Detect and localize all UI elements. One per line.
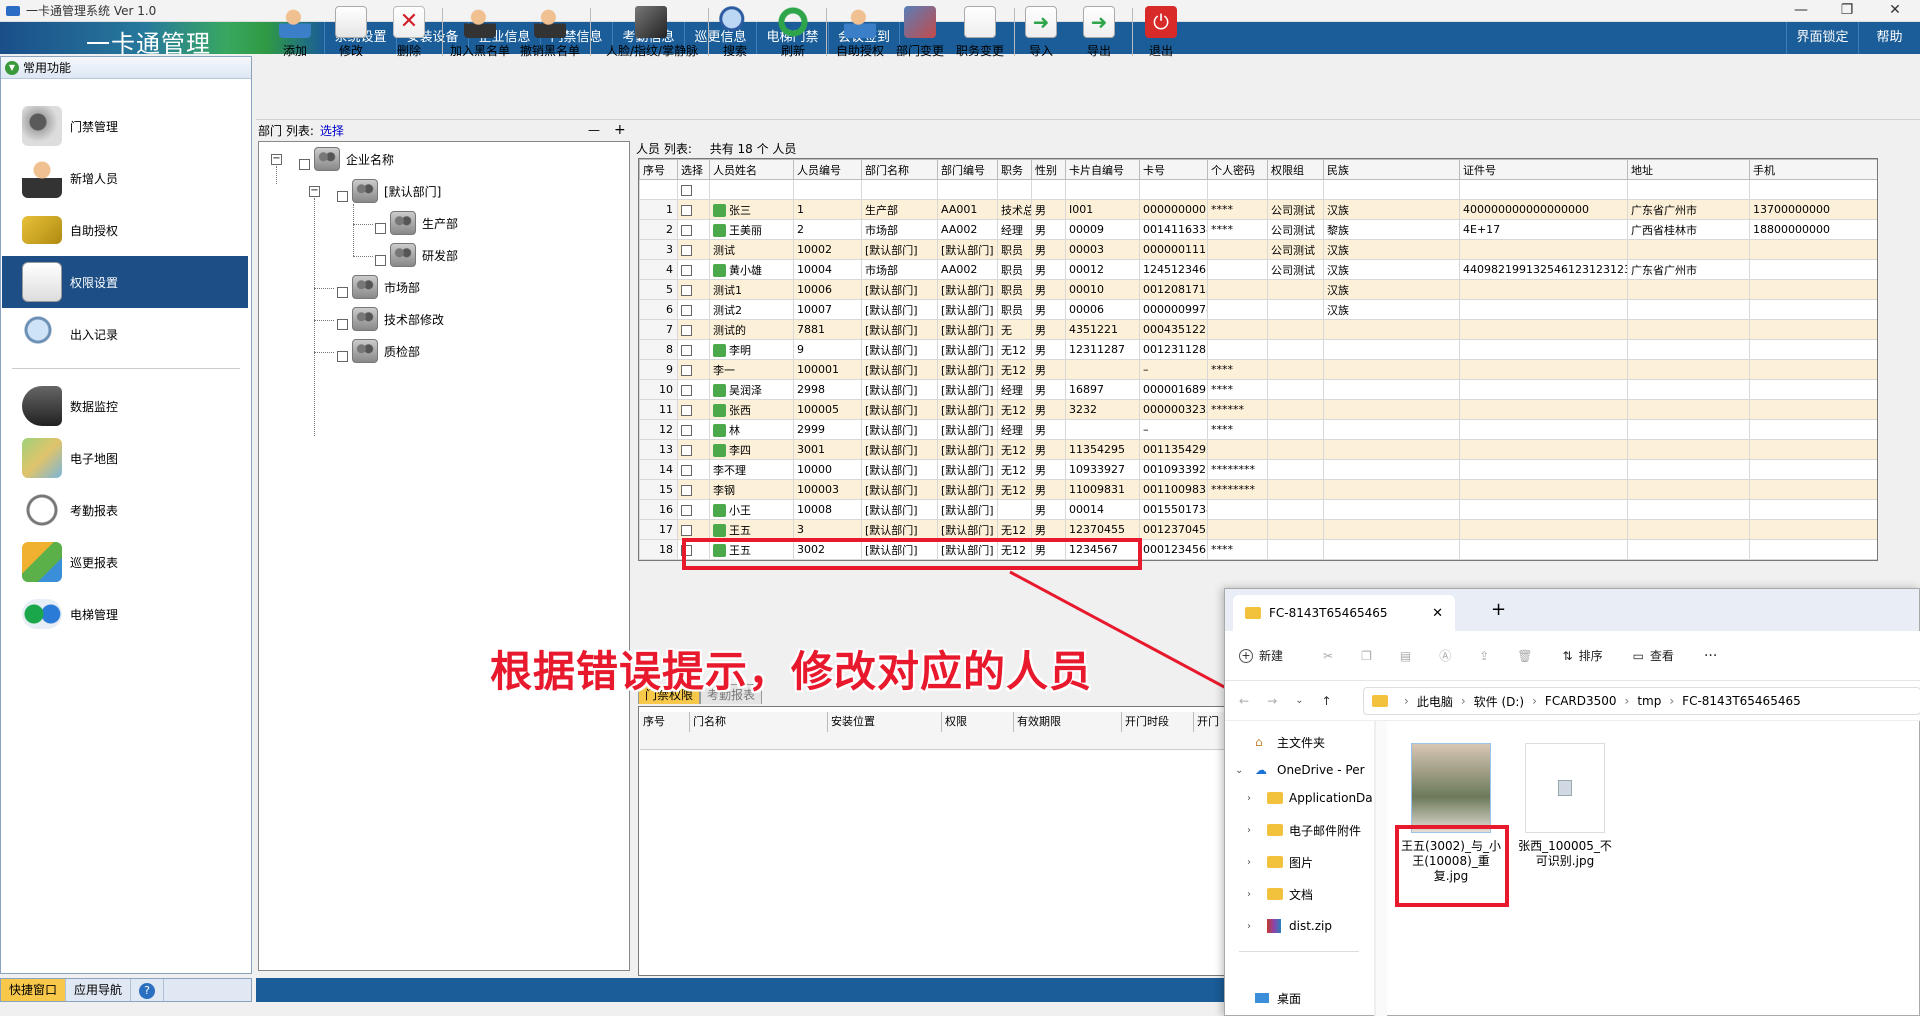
folder-icon: [1267, 888, 1283, 900]
explorer-tab[interactable]: FC-8143T65465465 ✕: [1233, 595, 1455, 631]
desktop-icon: [1255, 993, 1269, 1003]
nav-desktop[interactable]: 桌面: [1225, 985, 1375, 1011]
history-icon[interactable]: ⌄: [1295, 695, 1303, 706]
delete-icon[interactable]: 🗑: [1517, 649, 1532, 663]
rename-icon[interactable]: Ⓐ: [1439, 647, 1451, 664]
folder-icon: [1267, 856, 1283, 868]
chevron-right-icon: ›: [1247, 920, 1251, 932]
paste-icon[interactable]: ▤: [1400, 649, 1411, 663]
nav-label: 桌面: [1277, 991, 1302, 1006]
file-explorer-window: FC-8143T65465465 ✕ + + 新建 ✂ ❐ ▤ Ⓐ ⇪ 🗑 ⇅ 排序…: [1224, 588, 1920, 1016]
explorer-tab-bar: FC-8143T65465465 ✕ +: [1225, 589, 1919, 631]
nav-onedrive[interactable]: ⌄ ☁ OneDrive - Per: [1225, 757, 1375, 783]
chevron-right-icon: ›: [1247, 856, 1251, 868]
separator-icon: ›: [1404, 694, 1409, 708]
image-file-icon: [1525, 743, 1605, 833]
view-icon: ▭: [1632, 648, 1644, 663]
explorer-address-row: ← → ⌄ ↑ › 此电脑 › 软件 (D:) › FCARD3500 › tm…: [1225, 681, 1920, 721]
folder-icon: [1267, 824, 1283, 836]
view-label: 查看: [1649, 649, 1674, 663]
home-icon: ⌂: [1255, 735, 1263, 749]
nav-label: ApplicationDa: [1289, 791, 1373, 805]
explorer-tab-title: FC-8143T65465465: [1269, 606, 1388, 620]
new-tab-button[interactable]: +: [1491, 599, 1506, 620]
nav-email-attachments[interactable]: › 电子邮件附件: [1225, 817, 1375, 843]
nav-label: 主文件夹: [1277, 735, 1326, 750]
folder-icon: [1245, 607, 1261, 619]
new-label: 新建: [1259, 649, 1284, 663]
folder-icon: [1267, 792, 1283, 804]
app-window: 一卡通管理系统 Ver 1.0 — ❐ ✕ 一卡通管理 系统设置 安装设备 企业…: [0, 0, 1920, 1016]
view-menu[interactable]: ▭ 查看: [1633, 647, 1674, 664]
new-menu[interactable]: + 新建: [1239, 647, 1283, 664]
annotation-callout: 根据错误提示，修改对应的人员: [490, 647, 1093, 696]
nav-label: 电子邮件附件: [1289, 823, 1362, 838]
separator-icon: ›: [1669, 694, 1675, 708]
nav-label: OneDrive - Per: [1277, 763, 1365, 777]
breadcrumb-item[interactable]: tmp: [1637, 694, 1661, 708]
nav-pictures[interactable]: › 图片: [1225, 849, 1375, 875]
breadcrumb-item[interactable]: 软件 (D:): [1474, 693, 1524, 710]
plus-icon: +: [1239, 648, 1253, 663]
placeholder-icon: [1558, 780, 1572, 796]
forward-icon[interactable]: →: [1267, 694, 1277, 708]
back-icon[interactable]: ←: [1239, 694, 1249, 708]
address-bar[interactable]: › 此电脑 › 软件 (D:) › FCARD3500 › tmp › FC-8…: [1363, 687, 1920, 715]
up-icon[interactable]: ↑: [1322, 694, 1332, 708]
close-tab-icon[interactable]: ✕: [1432, 606, 1443, 621]
nav-divider: [1239, 951, 1359, 952]
separator-icon: ›: [1624, 694, 1630, 708]
breadcrumb-item[interactable]: 此电脑: [1417, 693, 1453, 710]
photo-thumbnail: [1411, 743, 1491, 833]
folder-icon: [1372, 695, 1388, 707]
separator-icon: ›: [1532, 694, 1537, 708]
file-item-unrecognized[interactable]: 张西_100005_不可识别.jpg: [1515, 743, 1615, 869]
chevron-down-icon: ⌄: [1235, 764, 1244, 776]
sort-icon: ⇅: [1562, 648, 1573, 663]
nav-documents[interactable]: › 文档: [1225, 881, 1375, 907]
copy-icon[interactable]: ❐: [1361, 649, 1372, 663]
breadcrumb-item[interactable]: FC-8143T65465465: [1682, 694, 1801, 708]
nav-label: 图片: [1289, 855, 1314, 870]
explorer-nav-pane: ⌂ 主文件夹 ⌄ ☁ OneDrive - Per › ApplicationDa › 电…: [1225, 721, 1375, 1016]
zip-icon: [1267, 919, 1281, 933]
nav-applicationdata[interactable]: › ApplicationDa: [1225, 785, 1375, 811]
chevron-right-icon: ›: [1247, 888, 1251, 900]
explorer-command-bar: + 新建 ✂ ❐ ▤ Ⓐ ⇪ 🗑 ⇅ 排序 ▭ 查看 ···: [1225, 631, 1920, 681]
nav-home[interactable]: ⌂ 主文件夹: [1225, 729, 1375, 755]
chevron-right-icon: ›: [1247, 824, 1251, 836]
sort-label: 排序: [1578, 649, 1603, 663]
cut-icon[interactable]: ✂: [1323, 649, 1333, 663]
cloud-icon: ☁: [1255, 763, 1267, 777]
breadcrumb-item[interactable]: FCARD3500: [1545, 694, 1617, 708]
nav-label: 文档: [1289, 887, 1314, 902]
nav-label: dist.zip: [1289, 919, 1332, 933]
more-button[interactable]: ···: [1704, 648, 1717, 664]
share-icon[interactable]: ⇪: [1479, 649, 1489, 663]
sort-menu[interactable]: ⇅ 排序: [1563, 647, 1603, 664]
file-name: 张西_100005_不可识别.jpg: [1518, 839, 1612, 868]
separator-icon: ›: [1460, 694, 1466, 708]
highlight-file-box: [1395, 825, 1509, 907]
chevron-right-icon: ›: [1247, 792, 1251, 804]
nav-dist-zip[interactable]: › dist.zip: [1225, 913, 1375, 939]
nav-scrollbar[interactable]: [1375, 721, 1387, 1016]
